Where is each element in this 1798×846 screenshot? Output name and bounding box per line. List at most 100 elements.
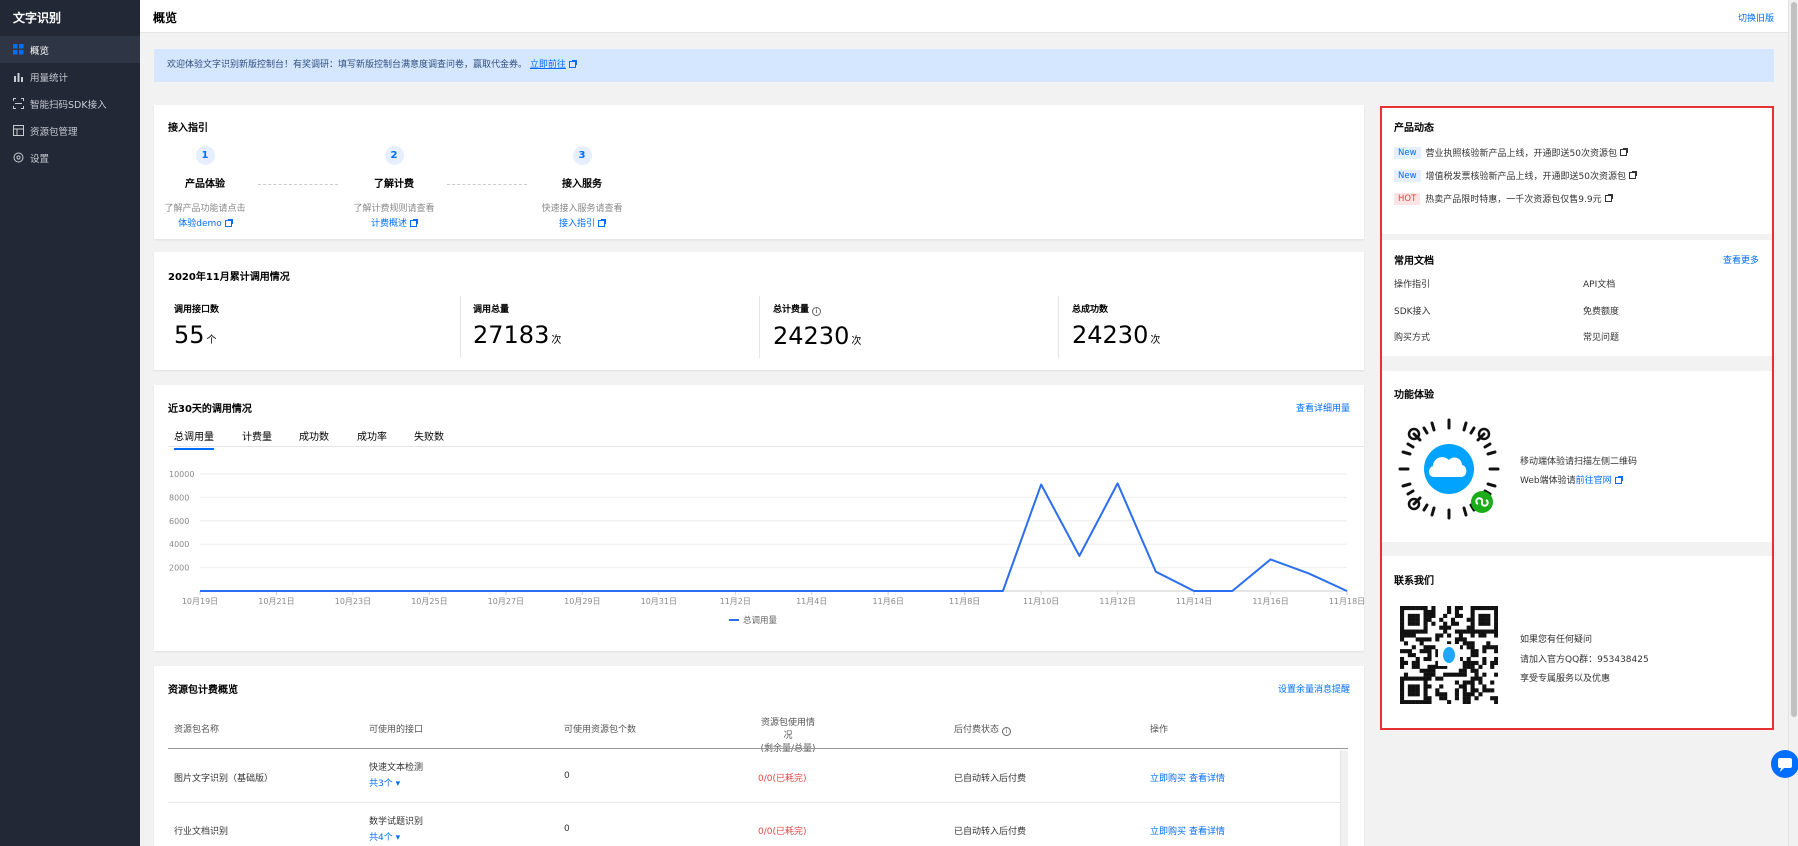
info-icon[interactable]: i (1001, 727, 1011, 736)
page-scrollbar[interactable] (1788, 0, 1798, 846)
doc-link-free-quota[interactable]: 免费额度 (1583, 304, 1619, 317)
news-item[interactable]: New 营业执照核验新产品上线，开通即送50次资源包 (1394, 146, 1629, 159)
qr-module (1407, 649, 1412, 654)
chat-icon (1778, 758, 1792, 772)
qr-module (1454, 696, 1459, 701)
detail-button[interactable]: 查看详情 (1189, 824, 1225, 837)
qr-module (1447, 625, 1452, 630)
qr-module (1470, 617, 1475, 622)
sidebar-item-usage[interactable]: 用量统计 (0, 63, 140, 90)
package-api-count[interactable]: 共3个 ▾ (369, 776, 400, 789)
package-count: 0 (564, 824, 570, 834)
package-icon (13, 125, 24, 136)
official-site-link[interactable]: 前往官网 (1576, 476, 1623, 486)
external-link-icon (1620, 148, 1629, 156)
qr-module (1439, 625, 1444, 630)
remind-link[interactable]: 设置余量消息提醒 (1278, 682, 1350, 695)
qr-module (1400, 692, 1405, 697)
package-status: 已自动转入后付费 (954, 774, 1027, 784)
step-link[interactable]: 体验demo (178, 219, 233, 229)
table-scrollbar[interactable] (1340, 750, 1348, 846)
qr-module (1450, 617, 1456, 622)
sidebar: 文字识别 概览 用量统计 智能扫码SDK接入 资源包管理 设置 (0, 0, 140, 846)
qq-penguin-icon (1443, 647, 1455, 663)
doc-link-guide[interactable]: 操作指引 (1394, 277, 1430, 290)
buy-button[interactable]: 立即购买 (1150, 824, 1186, 837)
qr-module (1478, 629, 1483, 634)
switch-old-version-link[interactable]: 切换旧版 (1738, 11, 1774, 24)
usage-detail-link[interactable]: 查看详细用量 (1296, 401, 1350, 414)
external-link-icon (1629, 171, 1638, 179)
doc-link-faq[interactable]: 常见问题 (1583, 330, 1619, 343)
qr-module (1403, 676, 1409, 681)
qr-module (1407, 629, 1412, 634)
doc-link-sdk[interactable]: SDK接入 (1394, 304, 1431, 317)
qr-module (1411, 613, 1416, 618)
qr-module (1458, 629, 1463, 634)
qr-module (1490, 680, 1495, 685)
docs-more-link[interactable]: 查看更多 (1723, 253, 1759, 266)
qr-module (1458, 613, 1463, 618)
qr-module (1443, 672, 1448, 677)
tab-success-rate[interactable]: 成功率 (357, 428, 387, 443)
qr-module (1400, 700, 1405, 704)
news-item[interactable]: New 增值税发票核验新产品上线，开通即送50次资源包 (1394, 169, 1638, 182)
doc-link-api[interactable]: API文档 (1583, 277, 1615, 290)
sidebar-item-sdk[interactable]: 智能扫码SDK接入 (0, 90, 140, 117)
sidebar-item-settings[interactable]: 设置 (0, 144, 140, 171)
step-name: 了解计费 (374, 179, 414, 190)
qr-module (1419, 700, 1424, 704)
docs-title: 常用文档 (1394, 256, 1434, 267)
qr-module (1400, 696, 1405, 701)
step-number: 2 (384, 146, 404, 165)
qr-module (1490, 660, 1495, 665)
qr-module (1466, 617, 1471, 622)
qr-module (1400, 625, 1405, 630)
step-link[interactable]: 接入指引 (559, 219, 606, 229)
qr-module (1458, 637, 1463, 642)
qr-module (1490, 629, 1495, 634)
qr-module (1458, 633, 1463, 638)
buy-button[interactable]: 立即购买 (1150, 771, 1186, 784)
stat-billing: 总计费量 i 24230 次 (773, 302, 1053, 350)
qr-module (1454, 672, 1459, 677)
detail-button[interactable]: 查看详情 (1189, 771, 1225, 784)
qr-module (1439, 676, 1444, 681)
qr-module (1486, 617, 1491, 622)
qr-module (1431, 664, 1436, 669)
qr-module (1439, 692, 1444, 697)
external-link-icon (1604, 194, 1613, 202)
chat-support-button[interactable] (1771, 750, 1798, 778)
tab-success[interactable]: 成功数 (299, 428, 329, 443)
tab-failures[interactable]: 失败数 (414, 428, 444, 443)
qr-module (1400, 676, 1405, 681)
sidebar-item-packages[interactable]: 资源包管理 (0, 117, 140, 144)
qr-module (1482, 645, 1487, 650)
scrollbar-thumb[interactable] (1791, 2, 1797, 717)
step-divider (258, 184, 338, 185)
sidebar-item-overview[interactable]: 概览 (0, 36, 140, 63)
x-tick-label: 11月10日 (1023, 597, 1059, 606)
qr-module (1407, 684, 1412, 689)
caret-down-icon: ▾ (395, 779, 401, 789)
banner-link[interactable]: 立即前往 (530, 60, 577, 70)
qr-module (1470, 633, 1475, 638)
qr-module (1478, 692, 1483, 697)
tab-total-calls[interactable]: 总调用量 (174, 428, 214, 450)
package-api-count[interactable]: 共4个 ▾ (369, 830, 400, 843)
qr-module (1474, 649, 1479, 654)
news-card: 产品动态 New 营业执照核验新产品上线，开通即送50次资源包 New 增值税发票核… (1380, 106, 1773, 234)
news-item[interactable]: HOT 热卖产品限时特惠，一千次资源包仅售9.9元 (1394, 192, 1613, 205)
qr-module (1478, 633, 1483, 638)
qr-module (1478, 621, 1483, 626)
info-icon[interactable]: i (812, 307, 822, 316)
x-tick-label: 10月21日 (258, 597, 294, 606)
tab-billing[interactable]: 计费量 (242, 428, 272, 443)
qr-module (1470, 692, 1475, 697)
qr-module (1470, 621, 1475, 626)
doc-link-purchase[interactable]: 购买方式 (1394, 330, 1430, 343)
qr-module (1486, 645, 1491, 650)
step-link[interactable]: 计费概述 (371, 219, 418, 229)
row-divider (168, 802, 1348, 803)
qr-module (1403, 633, 1409, 638)
